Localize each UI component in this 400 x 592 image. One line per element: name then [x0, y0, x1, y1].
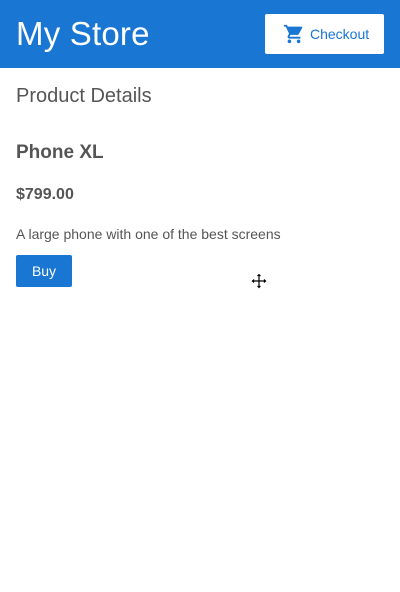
top-bar: My Store Checkout	[0, 0, 400, 68]
product-description: A large phone with one of the best scree…	[16, 226, 281, 242]
store-title[interactable]: My Store	[16, 14, 150, 54]
page-title: Product Details	[16, 85, 152, 107]
move-cursor-icon	[251, 273, 267, 289]
checkout-button[interactable]: Checkout	[265, 14, 384, 54]
checkout-label: Checkout	[310, 26, 370, 42]
shopping-cart-icon	[283, 24, 303, 44]
buy-button[interactable]: Buy	[16, 255, 72, 287]
product-price: $799.00	[16, 186, 74, 203]
product-name: Phone XL	[16, 142, 104, 163]
